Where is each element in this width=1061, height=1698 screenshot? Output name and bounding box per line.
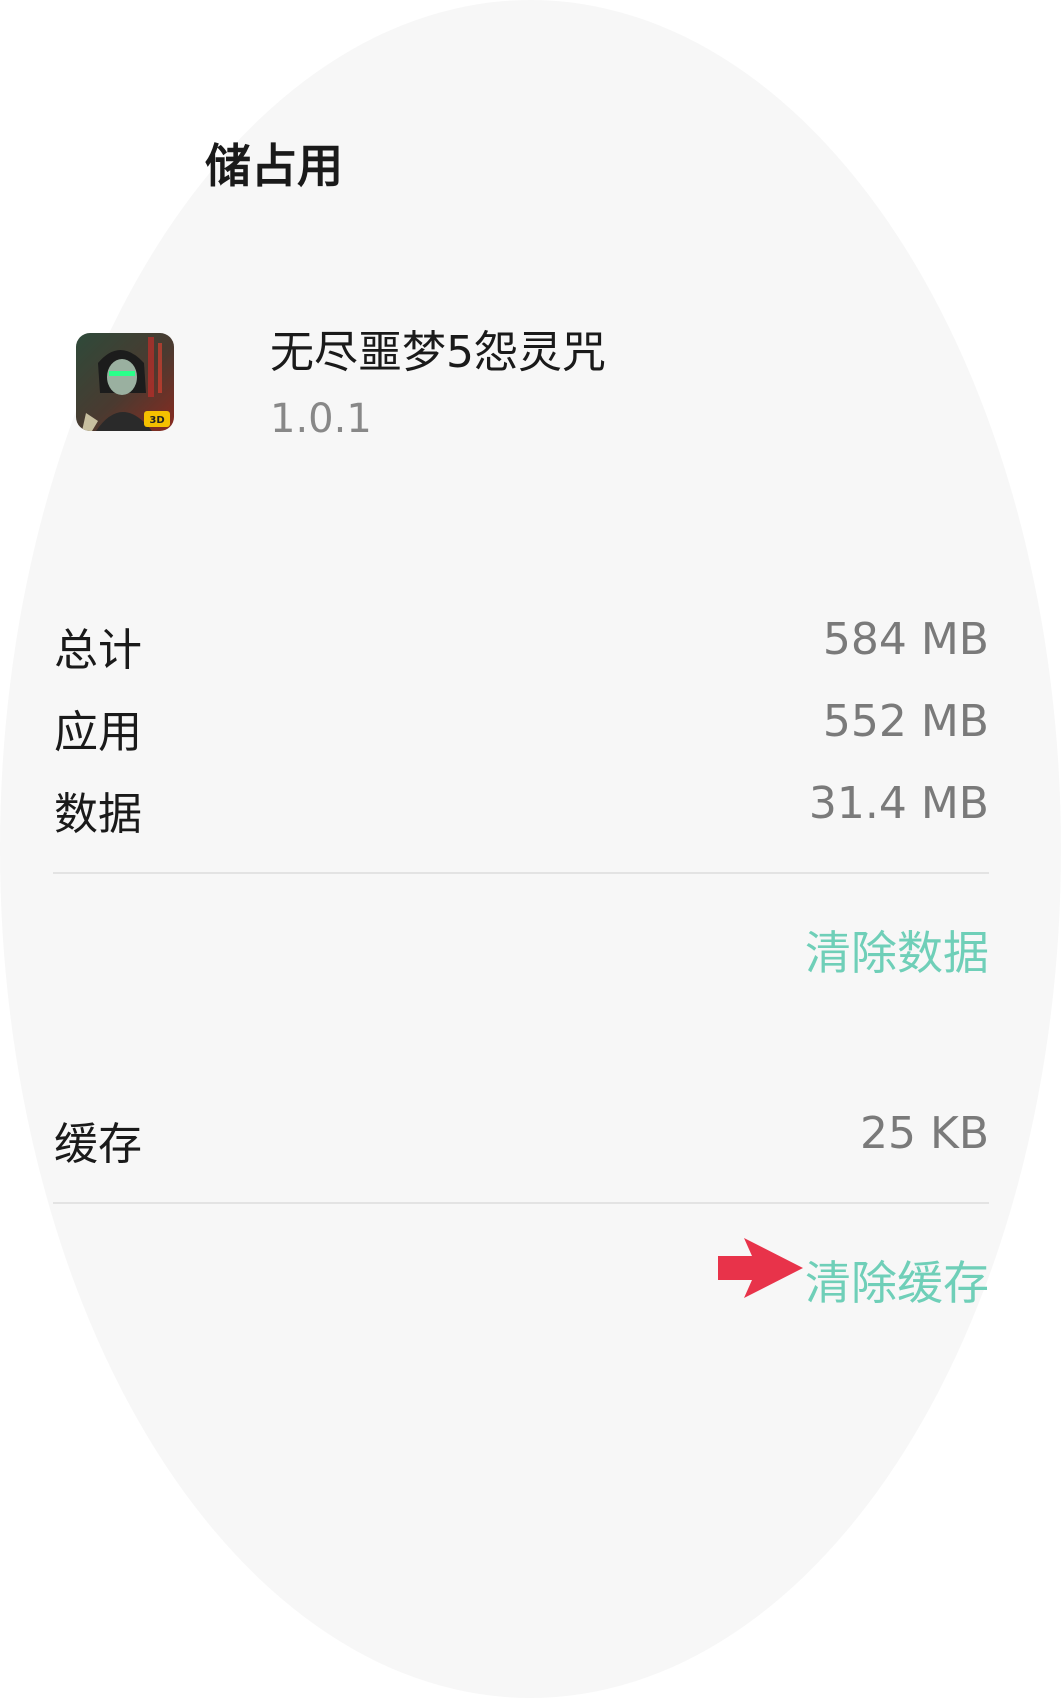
data-size-label: 数据 [54, 789, 142, 840]
divider [53, 1202, 989, 1204]
screen: 储占用 3D 无尽噩梦5怨灵咒 1.0.1 总计 584 MB 应用 552 M… [0, 0, 1061, 1698]
clear-cache-button[interactable]: 清除缓存 [805, 1247, 989, 1313]
app-version: 1.0.1 [270, 396, 372, 442]
total-label: 总计 [54, 625, 142, 676]
data-size-value: 31.4 MB [808, 778, 989, 829]
page-title: 储占用 [205, 139, 343, 193]
app-name: 无尽噩梦5怨灵咒 [270, 327, 606, 378]
arrow-pointer-icon [718, 1238, 803, 1298]
game-character-icon: 3D [76, 333, 174, 431]
app-icon: 3D [76, 333, 174, 431]
app-size-value: 552 MB [822, 696, 989, 747]
icon-badge: 3D [149, 415, 164, 426]
divider [53, 872, 989, 874]
oval-viewport [0, 0, 1061, 1698]
clear-data-button[interactable]: 清除数据 [805, 917, 989, 983]
cache-label: 缓存 [54, 1119, 142, 1170]
cache-value: 25 KB [859, 1108, 989, 1159]
total-value: 584 MB [822, 614, 989, 665]
app-size-label: 应用 [54, 707, 142, 758]
